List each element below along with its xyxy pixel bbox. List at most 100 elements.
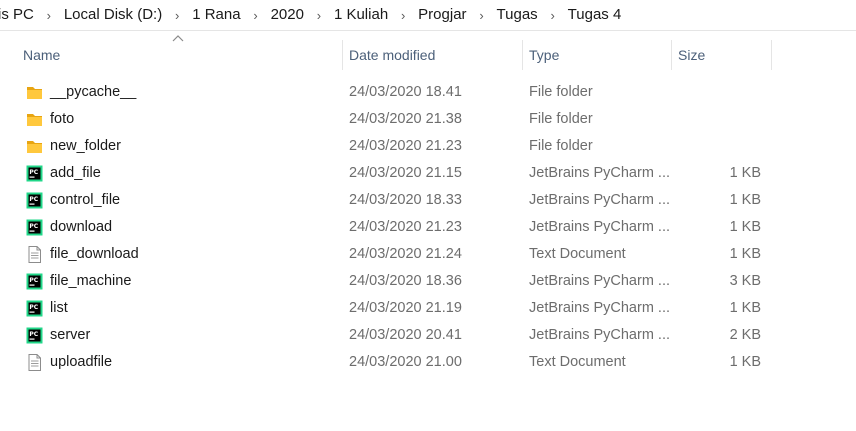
file-name: foto xyxy=(50,111,75,127)
file-size: 2 KB xyxy=(729,327,761,343)
file-type: Text Document xyxy=(529,354,626,370)
breadcrumb-item[interactable]: is PC xyxy=(0,0,39,30)
file-row[interactable]: file_download 24/03/2020 21.24 Text Docume… xyxy=(0,241,856,268)
chevron-right-icon[interactable]: › xyxy=(309,8,329,23)
pycharm-file-icon: PC xyxy=(26,192,43,209)
file-size: 1 KB xyxy=(729,246,761,262)
file-date-modified: 24/03/2020 21.38 xyxy=(349,111,462,127)
file-date-modified: 24/03/2020 18.33 xyxy=(349,192,462,208)
file-size: 1 KB xyxy=(729,165,761,181)
breadcrumb-item[interactable]: Local Disk (D:) xyxy=(59,0,167,30)
folder-icon xyxy=(26,138,43,155)
pycharm-file-icon: PC xyxy=(26,165,43,182)
svg-text:PC: PC xyxy=(29,223,38,230)
file-row[interactable]: new_folder 24/03/2020 21.23 File folder xyxy=(0,133,856,160)
file-name: file_machine xyxy=(50,273,132,289)
file-row[interactable]: __pycache__ 24/03/2020 18.41 File folder xyxy=(0,79,856,106)
breadcrumb-item-label: 1 Rana xyxy=(192,6,241,23)
file-explorer-window: is PC › Local Disk (D:) › 1 Rana › 2020 › 1 Kuli… xyxy=(0,0,856,431)
file-row[interactable]: PC control_file 24/03/2020 18.33 JetBrains … xyxy=(0,187,856,214)
column-header-type[interactable]: Type xyxy=(522,40,672,70)
breadcrumb-item-label: Progjar xyxy=(418,6,467,23)
text-document-icon xyxy=(26,354,43,371)
folder-icon xyxy=(26,84,43,101)
breadcrumb-item[interactable]: 2020 xyxy=(266,0,309,30)
chevron-right-icon[interactable]: › xyxy=(246,8,266,23)
column-header-name[interactable]: Name xyxy=(16,40,342,70)
column-header-date-modified[interactable]: Date modified xyxy=(342,40,522,70)
pycharm-file-icon: PC xyxy=(26,219,43,236)
column-divider[interactable] xyxy=(771,40,772,70)
file-row[interactable]: PC download 24/03/2020 21.23 JetBrains PyCh… xyxy=(0,214,856,241)
file-type: File folder xyxy=(529,111,593,127)
file-date-modified: 24/03/2020 21.19 xyxy=(349,300,462,316)
file-type: JetBrains PyCharm ... xyxy=(529,300,671,316)
file-size: 1 KB xyxy=(729,192,761,208)
svg-text:PC: PC xyxy=(29,277,38,284)
file-row[interactable]: foto 24/03/2020 21.38 File folder xyxy=(0,106,856,133)
breadcrumb-item-label: is PC xyxy=(0,6,34,23)
breadcrumb-item-label: Local Disk (D:) xyxy=(63,6,163,23)
breadcrumb-item[interactable]: Tugas xyxy=(492,0,543,30)
file-size: 1 KB xyxy=(729,354,761,370)
folder-icon xyxy=(26,111,43,128)
chevron-right-icon[interactable]: › xyxy=(167,8,187,23)
file-type: JetBrains PyCharm ... xyxy=(529,165,671,181)
file-type: File folder xyxy=(529,84,593,100)
pycharm-file-icon: PC xyxy=(26,327,43,344)
pycharm-file-icon: PC xyxy=(26,273,43,290)
file-name: add_file xyxy=(50,165,101,181)
file-name: uploadfile xyxy=(50,354,113,370)
chevron-right-icon[interactable]: › xyxy=(393,8,413,23)
file-row[interactable]: uploadfile 24/03/2020 21.00 Text Document 1… xyxy=(0,349,856,376)
file-date-modified: 24/03/2020 21.00 xyxy=(349,354,462,370)
chevron-right-icon[interactable]: › xyxy=(39,8,59,23)
file-date-modified: 24/03/2020 21.23 xyxy=(349,138,462,154)
file-row[interactable]: PC server 24/03/2020 20.41 JetBrains PyChar… xyxy=(0,322,856,349)
file-row[interactable]: PC list 24/03/2020 21.19 JetBrains PyCharm … xyxy=(0,295,856,322)
svg-text:PC: PC xyxy=(29,331,38,338)
file-type: File folder xyxy=(529,138,593,154)
file-type: JetBrains PyCharm ... xyxy=(529,192,671,208)
file-name: control_file xyxy=(50,192,121,208)
file-name: server xyxy=(50,327,91,343)
breadcrumb-item-label: Tugas 4 xyxy=(567,6,622,23)
file-type: JetBrains PyCharm ... xyxy=(529,327,671,343)
svg-text:PC: PC xyxy=(29,196,38,203)
file-name: file_download xyxy=(50,246,139,262)
chevron-right-icon[interactable]: › xyxy=(543,8,563,23)
file-date-modified: 24/03/2020 21.24 xyxy=(349,246,462,262)
file-size: 1 KB xyxy=(729,219,761,235)
svg-text:PC: PC xyxy=(29,169,38,176)
file-name: new_folder xyxy=(50,138,121,154)
column-header-size[interactable]: Size xyxy=(671,40,771,70)
file-date-modified: 24/03/2020 20.41 xyxy=(349,327,462,343)
file-date-modified: 24/03/2020 21.23 xyxy=(349,219,462,235)
file-type: Text Document xyxy=(529,246,626,262)
file-date-modified: 24/03/2020 21.15 xyxy=(349,165,462,181)
breadcrumb-item[interactable]: 1 Kuliah xyxy=(329,0,393,30)
file-name: list xyxy=(50,300,68,316)
pycharm-file-icon: PC xyxy=(26,300,43,317)
file-name: __pycache__ xyxy=(50,84,137,100)
chevron-right-icon[interactable]: › xyxy=(472,8,492,23)
file-type: JetBrains PyCharm ... xyxy=(529,219,671,235)
svg-text:PC: PC xyxy=(29,304,38,311)
breadcrumb-item-label: Tugas xyxy=(496,6,538,23)
address-bar[interactable]: is PC › Local Disk (D:) › 1 Rana › 2020 › 1 Kuli… xyxy=(0,0,856,31)
file-size: 1 KB xyxy=(729,300,761,316)
column-header-row: Name Date modified Type Size xyxy=(0,35,856,70)
file-row[interactable]: PC file_machine 24/03/2020 18.36 JetBrains … xyxy=(0,268,856,295)
breadcrumb-item[interactable]: Progjar xyxy=(413,0,471,30)
breadcrumb-item[interactable]: Tugas 4 xyxy=(563,0,627,30)
breadcrumb: is PC › Local Disk (D:) › 1 Rana › 2020 › 1 Kuli… xyxy=(0,0,626,30)
file-date-modified: 24/03/2020 18.36 xyxy=(349,273,462,289)
breadcrumb-item-label: 2020 xyxy=(270,6,304,23)
file-name: download xyxy=(50,219,113,235)
breadcrumb-item[interactable]: 1 Rana xyxy=(187,0,245,30)
text-document-icon xyxy=(26,246,43,263)
file-row[interactable]: PC add_file 24/03/2020 21.15 JetBrains PyCh… xyxy=(0,160,856,187)
file-type: JetBrains PyCharm ... xyxy=(529,273,671,289)
breadcrumb-item-label: 1 Kuliah xyxy=(333,6,389,23)
file-size: 3 KB xyxy=(729,273,761,289)
